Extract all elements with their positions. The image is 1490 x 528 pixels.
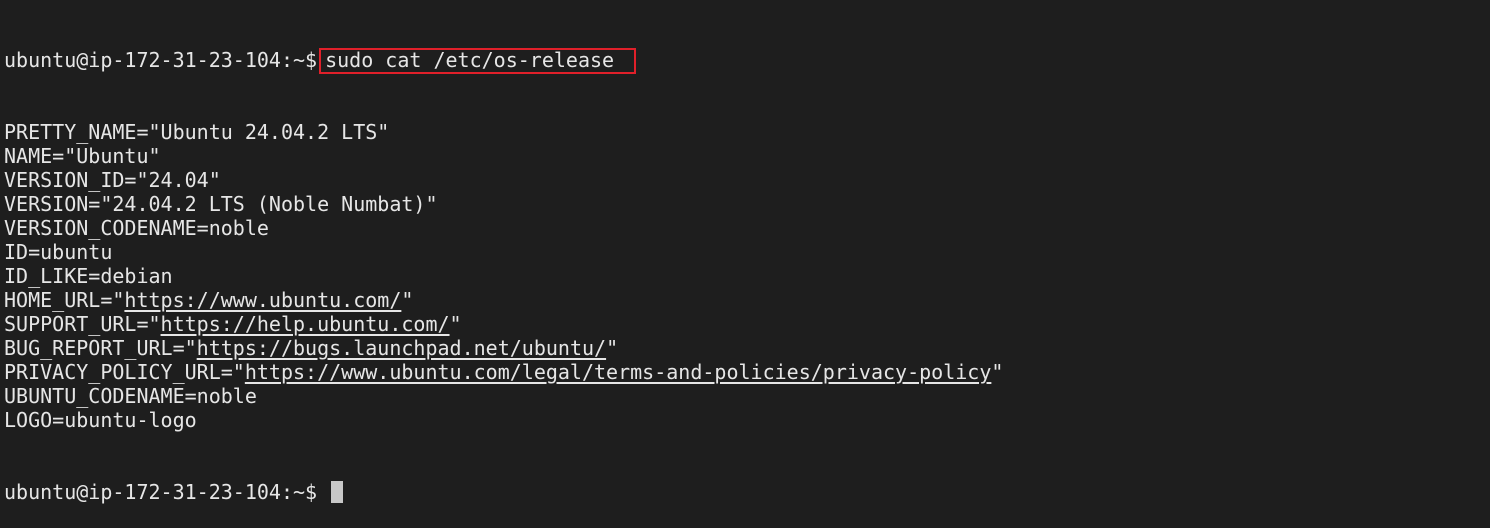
output-quote-open: " [148, 312, 161, 336]
output-quote-open: " [232, 360, 245, 384]
output-value: 24.04.2 LTS (Noble Numbat) [112, 192, 426, 216]
output-key: BUG_REPORT_URL= [4, 336, 185, 360]
output-quote-close: " [425, 192, 438, 216]
output-key: SUPPORT_URL= [4, 312, 149, 336]
output-quote-close: " [991, 360, 1004, 384]
output-line: BUG_REPORT_URL="https://bugs.launchpad.n… [4, 336, 1490, 360]
output-key: VERSION_CODENAME= [4, 216, 209, 240]
output-line: PRETTY_NAME="Ubuntu 24.04.2 LTS" [4, 120, 1490, 144]
output-quote-close: " [208, 168, 221, 192]
output-line: VERSION="24.04.2 LTS (Noble Numbat)" [4, 192, 1490, 216]
output-key: LOGO= [4, 408, 65, 432]
output-value: ubuntu [40, 240, 113, 264]
current-prompt-line[interactable]: ubuntu@ip-172-31-23-104:~$ [4, 480, 1490, 504]
output-key: NAME= [4, 144, 65, 168]
output-line: LOGO=ubuntu-logo [4, 408, 1490, 432]
output-line: PRIVACY_POLICY_URL="https://www.ubuntu.c… [4, 360, 1490, 384]
output-line: VERSION_CODENAME=noble [4, 216, 1490, 240]
shell-prompt-current: ubuntu@ip-172-31-23-104:~$ [4, 480, 318, 504]
output-quote-close: " [377, 120, 390, 144]
output-line: UBUNTU_CODENAME=noble [4, 384, 1490, 408]
output-value: debian [100, 264, 173, 288]
output-key: HOME_URL= [4, 288, 113, 312]
output-quote-open: " [64, 144, 77, 168]
output-value: 24.04 [148, 168, 209, 192]
output-quote-open: " [100, 192, 113, 216]
output-value: ubuntu-logo [64, 408, 197, 432]
output-key: ID_LIKE= [4, 264, 101, 288]
output-value: Ubuntu [76, 144, 149, 168]
output-line: SUPPORT_URL="https://help.ubuntu.com/" [4, 312, 1490, 336]
output-key: ID= [4, 240, 41, 264]
output-quote-close: " [401, 288, 414, 312]
output-key: PRIVACY_POLICY_URL= [4, 360, 233, 384]
output-quote-open: " [184, 336, 197, 360]
output-quote-close: " [148, 144, 161, 168]
command-line: ubuntu@ip-172-31-23-104:~$ sudo cat /etc/… [4, 48, 1490, 74]
output-quote-open: " [136, 168, 149, 192]
output-quote-open: " [148, 120, 161, 144]
highlighted-command: sudo cat /etc/os-release [319, 48, 637, 74]
output-line: NAME="Ubuntu" [4, 144, 1490, 168]
output-value: Ubuntu 24.04.2 LTS [160, 120, 378, 144]
output-line: ID=ubuntu [4, 240, 1490, 264]
output-value: noble [196, 384, 257, 408]
output-value: noble [208, 216, 269, 240]
output-key: UBUNTU_CODENAME= [4, 384, 197, 408]
text-cursor [331, 481, 344, 503]
output-link[interactable]: https://help.ubuntu.com/ [161, 312, 450, 336]
output-quote-close: " [449, 312, 462, 336]
output-line: HOME_URL="https://www.ubuntu.com/" [4, 288, 1490, 312]
command-output: PRETTY_NAME="Ubuntu 24.04.2 LTS" NAME="Ub… [4, 120, 1490, 432]
output-key: VERSION_ID= [4, 168, 137, 192]
output-link[interactable]: https://www.ubuntu.com/legal/terms-and-p… [245, 360, 992, 384]
output-link[interactable]: https://bugs.launchpad.net/ubuntu/ [197, 336, 606, 360]
output-link[interactable]: https://www.ubuntu.com/ [124, 288, 401, 312]
shell-prompt: ubuntu@ip-172-31-23-104:~$ [4, 48, 318, 72]
output-line: VERSION_ID="24.04" [4, 168, 1490, 192]
output-key: VERSION= [4, 192, 101, 216]
terminal-window[interactable]: ubuntu@ip-172-31-23-104:~$ sudo cat /etc/… [0, 0, 1490, 504]
output-key: PRETTY_NAME= [4, 120, 149, 144]
output-quote-open: " [112, 288, 125, 312]
output-quote-close: " [606, 336, 619, 360]
output-line: ID_LIKE=debian [4, 264, 1490, 288]
